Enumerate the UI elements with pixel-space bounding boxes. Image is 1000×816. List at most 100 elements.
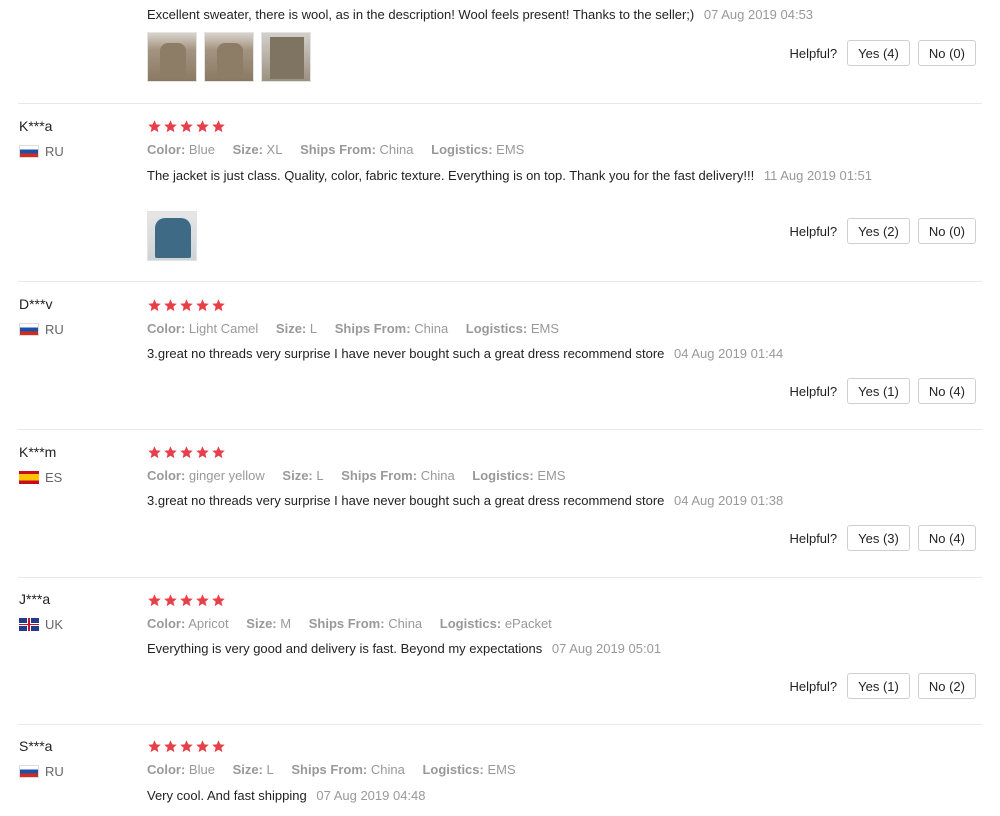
helpful-yes-button[interactable]: Yes (1) — [847, 673, 910, 699]
review-photo[interactable] — [261, 32, 311, 82]
review-photos — [147, 211, 197, 261]
review-comment: 3.great no threads very surprise I have … — [147, 345, 907, 362]
review-photos — [147, 32, 311, 82]
review-date: 07 Aug 2019 04:53 — [703, 7, 814, 22]
helpful-votes: Helpful? Yes (2) No (0) — [789, 218, 976, 244]
review-date: 07 Aug 2019 04:48 — [316, 788, 426, 803]
reviewer-name: K***a — [19, 118, 53, 134]
logistics-value: EMS — [530, 321, 559, 336]
star-rating — [147, 445, 226, 460]
review-attributes: Color: Light Camel Size: L Ships From: C… — [147, 321, 573, 336]
review-item: J***a UK Color: Apricot Size: M Ships Fr… — [0, 578, 1000, 724]
flag-ru-icon — [19, 765, 39, 778]
reviewer-country: RU — [19, 764, 64, 779]
flag-ru-icon — [19, 145, 39, 158]
star-icon — [180, 299, 193, 312]
logistics-label: Logistics: — [439, 616, 502, 631]
reviewer-country: ES — [19, 470, 62, 485]
review-item: Excellent sweater, there is wool, as in … — [0, 0, 1000, 103]
country-code: RU — [45, 144, 64, 159]
review-item: D***v RU Color: Light Camel Size: L Ship… — [0, 282, 1000, 429]
logistics-label: Logistics: — [422, 762, 484, 777]
review-photo[interactable] — [204, 32, 254, 82]
color-label: Color: — [147, 762, 186, 777]
review-photo[interactable] — [147, 211, 197, 261]
review-attributes: Color: Blue Size: XL Ships From: China L… — [147, 142, 538, 157]
color-value: Blue — [188, 142, 215, 157]
helpful-label: Helpful? — [789, 223, 838, 239]
star-icon — [148, 299, 161, 312]
star-icon — [164, 594, 177, 607]
star-icon — [212, 446, 225, 459]
helpful-no-button[interactable]: No (0) — [917, 218, 976, 244]
helpful-yes-button[interactable]: Yes (3) — [847, 525, 910, 551]
ships-from-value: China — [370, 762, 405, 777]
reviewer-country: RU — [19, 322, 64, 337]
color-label: Color: — [147, 616, 186, 631]
star-icon — [196, 594, 209, 607]
logistics-label: Logistics: — [465, 321, 528, 336]
logistics-label: Logistics: — [472, 468, 534, 483]
review-item: K***m ES Color: ginger yellow Size: L Sh… — [0, 430, 1000, 577]
review-attributes: Color: Blue Size: L Ships From: China Lo… — [147, 762, 530, 777]
color-label: Color: — [147, 321, 186, 336]
review-text: 3.great no threads very surprise I have … — [147, 493, 665, 508]
logistics-value: EMS — [487, 762, 516, 777]
logistics-value: EMS — [537, 468, 566, 483]
review-comment: Very cool. And fast shipping 07 Aug 2019… — [147, 787, 907, 804]
star-icon — [148, 446, 161, 459]
ships-from-label: Ships From: — [341, 468, 418, 483]
helpful-yes-button[interactable]: Yes (2) — [847, 218, 910, 244]
star-icon — [180, 446, 193, 459]
star-icon — [148, 740, 161, 753]
flag-uk-icon — [19, 618, 39, 631]
star-rating — [147, 739, 226, 754]
star-icon — [148, 594, 161, 607]
color-value: Light Camel — [188, 321, 259, 336]
helpful-yes-button[interactable]: Yes (1) — [847, 378, 910, 404]
ships-from-label: Ships From: — [291, 762, 368, 777]
review-comment: The jacket is just class. Quality, color… — [147, 167, 887, 184]
helpful-no-button[interactable]: No (4) — [917, 525, 976, 551]
review-text: Very cool. And fast shipping — [147, 788, 307, 803]
ships-from-value: China — [414, 321, 449, 336]
helpful-votes: Helpful? Yes (1) No (2) — [789, 673, 976, 699]
color-value: Apricot — [188, 616, 229, 631]
logistics-label: Logistics: — [431, 142, 493, 157]
star-icon — [164, 446, 177, 459]
helpful-no-button[interactable]: No (4) — [917, 378, 976, 404]
helpful-votes: Helpful? Yes (4) No (0) — [789, 40, 976, 66]
helpful-no-button[interactable]: No (0) — [917, 40, 976, 66]
helpful-label: Helpful? — [789, 45, 838, 61]
logistics-value: EMS — [496, 142, 525, 157]
helpful-no-button[interactable]: No (2) — [917, 673, 976, 699]
star-icon — [164, 120, 177, 133]
review-item: S***a RU Color: Blue Size: L Ships From:… — [0, 725, 1000, 816]
color-value: Blue — [188, 762, 215, 777]
reviewer-name: S***a — [19, 738, 53, 754]
helpful-label: Helpful? — [789, 530, 838, 546]
size-value: L — [309, 321, 318, 336]
star-icon — [196, 446, 209, 459]
review-attributes: Color: Apricot Size: M Ships From: China… — [147, 616, 566, 631]
size-label: Size: — [282, 468, 313, 483]
review-attributes: Color: ginger yellow Size: L Ships From:… — [147, 468, 580, 483]
country-code: RU — [45, 322, 64, 337]
review-comment: Excellent sweater, there is wool, as in … — [147, 6, 907, 23]
helpful-label: Helpful? — [789, 678, 838, 694]
star-rating — [147, 119, 226, 134]
star-icon — [212, 740, 225, 753]
review-photo[interactable] — [147, 32, 197, 82]
reviewer-country: UK — [19, 617, 63, 632]
star-icon — [164, 299, 177, 312]
helpful-yes-button[interactable]: Yes (4) — [847, 40, 910, 66]
star-icon — [212, 120, 225, 133]
ships-from-label: Ships From: — [308, 616, 385, 631]
reviewer-name: D***v — [19, 296, 53, 312]
size-value: L — [316, 468, 324, 483]
size-label: Size: — [232, 142, 263, 157]
review-date: 04 Aug 2019 01:38 — [674, 493, 784, 508]
star-icon — [212, 594, 225, 607]
country-code: ES — [45, 470, 63, 485]
country-code: RU — [45, 764, 64, 779]
